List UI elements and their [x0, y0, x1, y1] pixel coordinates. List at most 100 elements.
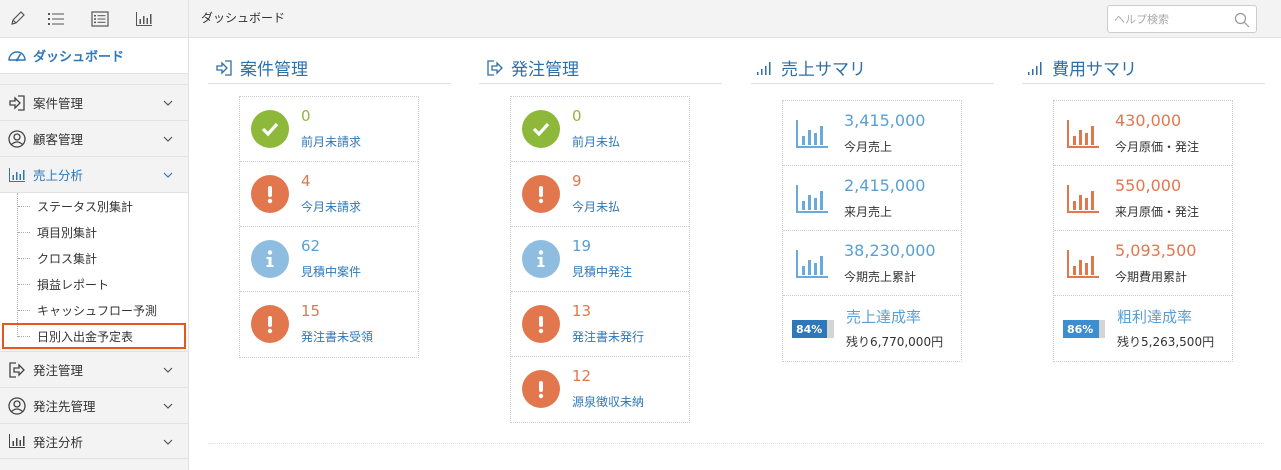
summary-label: 今期費用累計 [1115, 270, 1188, 284]
metric-label: 今月未払 [572, 200, 621, 214]
submenu-item[interactable]: クロス集計 [0, 245, 188, 271]
bar-chart-icon [796, 250, 828, 278]
summary-value: 38,230,000 [844, 241, 936, 260]
section-header: 案件管理 [208, 52, 451, 84]
summary-label: 来月売上 [844, 205, 893, 219]
sidebar-item-sales-analysis[interactable]: 売上分析 [0, 156, 188, 192]
chart-button[interactable] [122, 0, 166, 38]
summary-card[interactable]: 5,093,500 今期費用累計 [1054, 231, 1232, 296]
help-search-input[interactable] [1108, 6, 1228, 32]
exclamation-circle-icon [522, 370, 560, 408]
achievement-remaining: 残り6,770,000円 [846, 335, 944, 349]
sidebar-item-suppliers[interactable]: 発注先管理 [0, 387, 188, 423]
metric-value: 62 [301, 237, 321, 255]
section-header: 発注管理 [479, 52, 722, 84]
sidebar-item-order-analysis[interactable]: 発注分析 [0, 423, 188, 459]
metric-card[interactable]: 15 発注書未受領 [240, 292, 418, 357]
section-sales-summary: 売上サマリ 3,415,000 今月売上 2,415,000 来月売上 38,2… [751, 38, 994, 428]
metric-card[interactable]: 13 発注書未発行 [511, 292, 689, 357]
summary-card[interactable]: 38,230,000 今期売上累計 [783, 231, 961, 296]
metric-value: 15 [301, 302, 321, 320]
dashboard-gauge-icon [8, 50, 26, 61]
metric-card[interactable]: 62 見積中案件 [240, 227, 418, 292]
metric-label: 発注書未受領 [301, 330, 374, 344]
bar-chart-icon [9, 434, 25, 448]
summary-value: 2,415,000 [844, 176, 926, 195]
help-search [1107, 5, 1257, 33]
sidebar-item-label: 案件管理 [33, 96, 84, 111]
section-header: 売上サマリ [751, 52, 994, 84]
progress-fill: 84% [792, 320, 828, 338]
cost-summary-cards: 430,000 今月原価・発注 550,000 来月原価・発注 5,093,50… [1053, 100, 1233, 362]
sidebar-item-anken[interactable]: 案件管理 [0, 84, 188, 120]
progress-badge: 86% [1063, 320, 1105, 338]
summary-card[interactable]: 430,000 今月原価・発注 [1054, 101, 1232, 166]
sidebar-item-dashboard[interactable]: ダッシュボード [0, 38, 188, 74]
achievement-title: 売上達成率 [846, 308, 922, 326]
metric-label: 前月未請求 [301, 135, 362, 149]
metric-label: 今月未請求 [301, 200, 362, 214]
dashboard-label: ダッシュボード [33, 50, 125, 65]
submenu-item[interactable]: 損益レポート [0, 271, 188, 297]
sales-summary-cards: 3,415,000 今月売上 2,415,000 来月売上 38,230,000… [782, 100, 962, 362]
summary-card[interactable]: 2,415,000 来月売上 [783, 166, 961, 231]
metric-card[interactable]: 9 今月未払 [511, 162, 689, 227]
submenu-item[interactable]: キャッシュフロー予測 [0, 297, 188, 323]
check-circle-icon [251, 110, 289, 148]
section-header: 費用サマリ [1022, 52, 1265, 84]
metric-label: 見積中案件 [301, 265, 362, 279]
exclamation-circle-icon [522, 305, 560, 343]
metric-card[interactable]: 4 今月未請求 [240, 162, 418, 227]
section-title: 売上サマリ [781, 60, 866, 80]
section-title: 発注管理 [511, 60, 579, 80]
section-title: 費用サマリ [1052, 60, 1137, 80]
sidebar-item-label: 発注分析 [33, 434, 84, 450]
section-hatchu: 発注管理 0 前月未払 9 今月未払 19 見積中発注 13 発注書未発行 12… [479, 38, 722, 428]
edit-button[interactable] [0, 0, 34, 38]
metric-card[interactable]: 0 前月未払 [511, 97, 689, 162]
summary-card[interactable]: 3,415,000 今月売上 [783, 101, 961, 166]
sidebar-item-label: 発注先管理 [33, 399, 96, 414]
metric-card[interactable]: 0 前月未請求 [240, 97, 418, 162]
progress-badge: 84% [792, 320, 834, 338]
bar-chart-icon [1067, 185, 1099, 213]
metric-card[interactable]: 12 源泉徴収未納 [511, 357, 689, 422]
summary-value: 3,415,000 [844, 111, 926, 130]
progress-label: 86% [1067, 322, 1094, 336]
anken-cards: 0 前月未請求 4 今月未請求 62 見積中案件 15 発注書未受領 [239, 96, 419, 358]
metric-value: 12 [572, 367, 592, 385]
metric-value: 9 [572, 172, 582, 190]
summary-value: 5,093,500 [1115, 241, 1197, 260]
logout-arrow-icon [9, 361, 25, 378]
sidebar-item-label: 顧客管理 [33, 132, 84, 147]
section-title: 案件管理 [240, 60, 308, 80]
summary-label: 来月原価・発注 [1115, 205, 1200, 219]
list-button[interactable] [34, 0, 78, 38]
hatchu-cards: 0 前月未払 9 今月未払 19 見積中発注 13 発注書未発行 12 源泉徴収… [510, 96, 690, 423]
achievement-card[interactable]: 86% 粗利達成率 残り5,263,500円 [1054, 296, 1232, 361]
bar-chart-icon [796, 120, 828, 148]
exclamation-circle-icon [522, 175, 560, 213]
progress-fill: 86% [1063, 320, 1100, 338]
metric-card[interactable]: 19 見積中発注 [511, 227, 689, 292]
metric-label: 源泉徴収未納 [572, 395, 645, 409]
metric-value: 13 [572, 302, 592, 320]
bar-chart-icon [796, 185, 828, 213]
submenu-item[interactable]: 項目別集計 [0, 219, 188, 245]
metric-value: 0 [301, 107, 311, 125]
sidebar-item-orders[interactable]: 発注管理 [0, 351, 188, 387]
sidebar-item-customers[interactable]: 顧客管理 [0, 120, 188, 156]
chevron-down-icon [163, 136, 173, 142]
achievement-card[interactable]: 84% 売上達成率 残り6,770,000円 [783, 296, 961, 361]
sidebar-item-label: 発注管理 [33, 363, 84, 378]
achievement-title: 粗利達成率 [1117, 308, 1193, 326]
summary-card[interactable]: 550,000 来月原価・発注 [1054, 166, 1232, 231]
app-root: ダッシュボード 案件管理 顧客管理 売上分析 ステータス別集計 項目別集計 クロ… [0, 0, 1281, 470]
submenu-item-selected[interactable]: 日別入出金予定表 [2, 323, 186, 349]
user-circle-icon [8, 396, 26, 415]
search-icon[interactable] [1234, 12, 1250, 28]
exclamation-circle-icon [251, 175, 289, 213]
submenu-item[interactable]: ステータス別集計 [0, 193, 188, 219]
checklist-button[interactable] [78, 0, 122, 38]
